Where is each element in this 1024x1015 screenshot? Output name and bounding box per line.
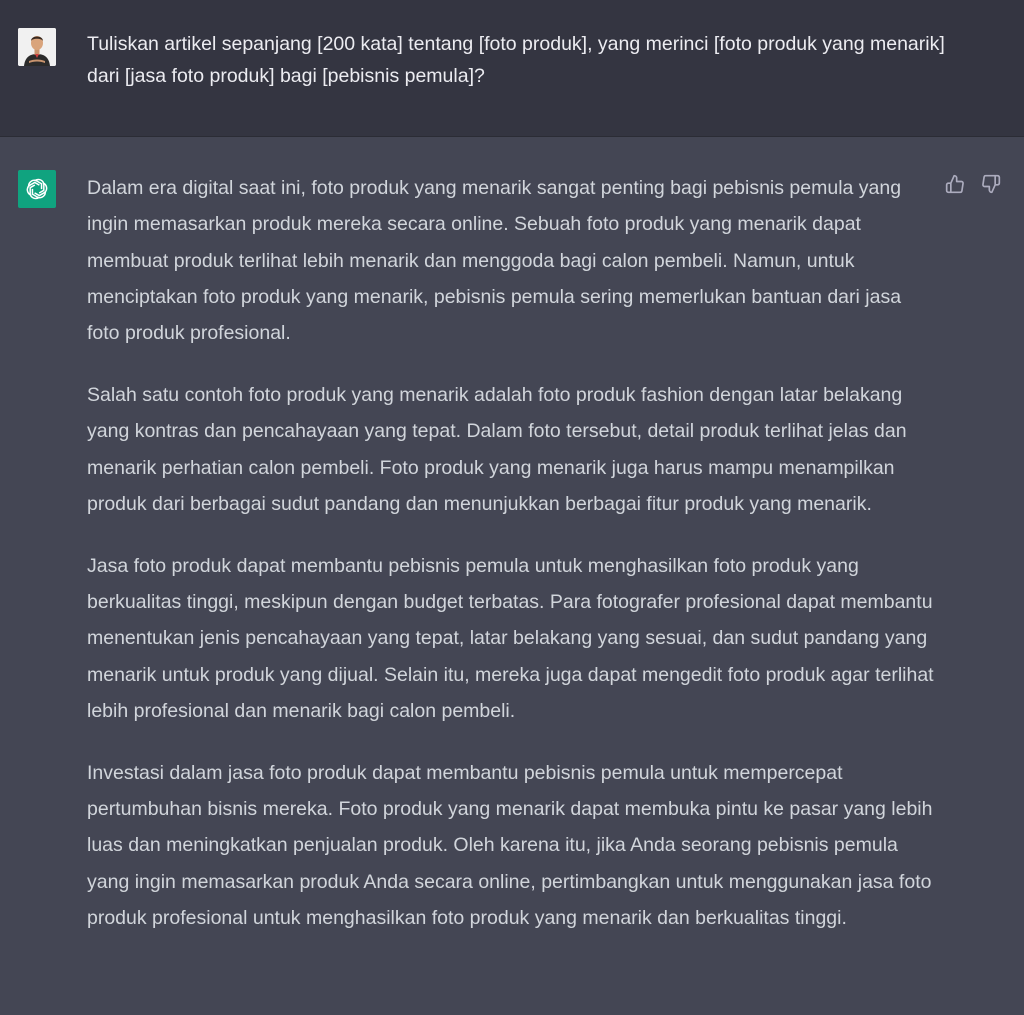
response-paragraph: Dalam era digital saat ini, foto produk … (87, 177, 902, 345)
openai-logo-icon (18, 170, 56, 208)
response-paragraph: Investasi dalam jasa foto produk dapat m… (87, 761, 933, 929)
response-paragraph: Jasa foto produk dapat membantu pebisnis… (87, 554, 934, 722)
thumbs-up-icon (945, 174, 964, 194)
assistant-message-row: Dalam era digital saat ini, foto produk … (0, 137, 1024, 1015)
feedback-buttons (944, 173, 1002, 195)
thumbs-up-button[interactable] (944, 173, 966, 195)
thumbs-down-icon (982, 174, 1001, 194)
user-message-row: Tuliskan artikel sepanjang [200 kata] te… (0, 0, 1024, 137)
thumbs-down-button[interactable] (980, 173, 1002, 195)
user-avatar-icon (18, 28, 56, 66)
assistant-response: Dalam era digital saat ini, foto produk … (87, 170, 937, 962)
response-paragraph: Salah satu contoh foto produk yang menar… (87, 383, 907, 515)
user-prompt-text: Tuliskan artikel sepanjang [200 kata] te… (87, 33, 945, 87)
